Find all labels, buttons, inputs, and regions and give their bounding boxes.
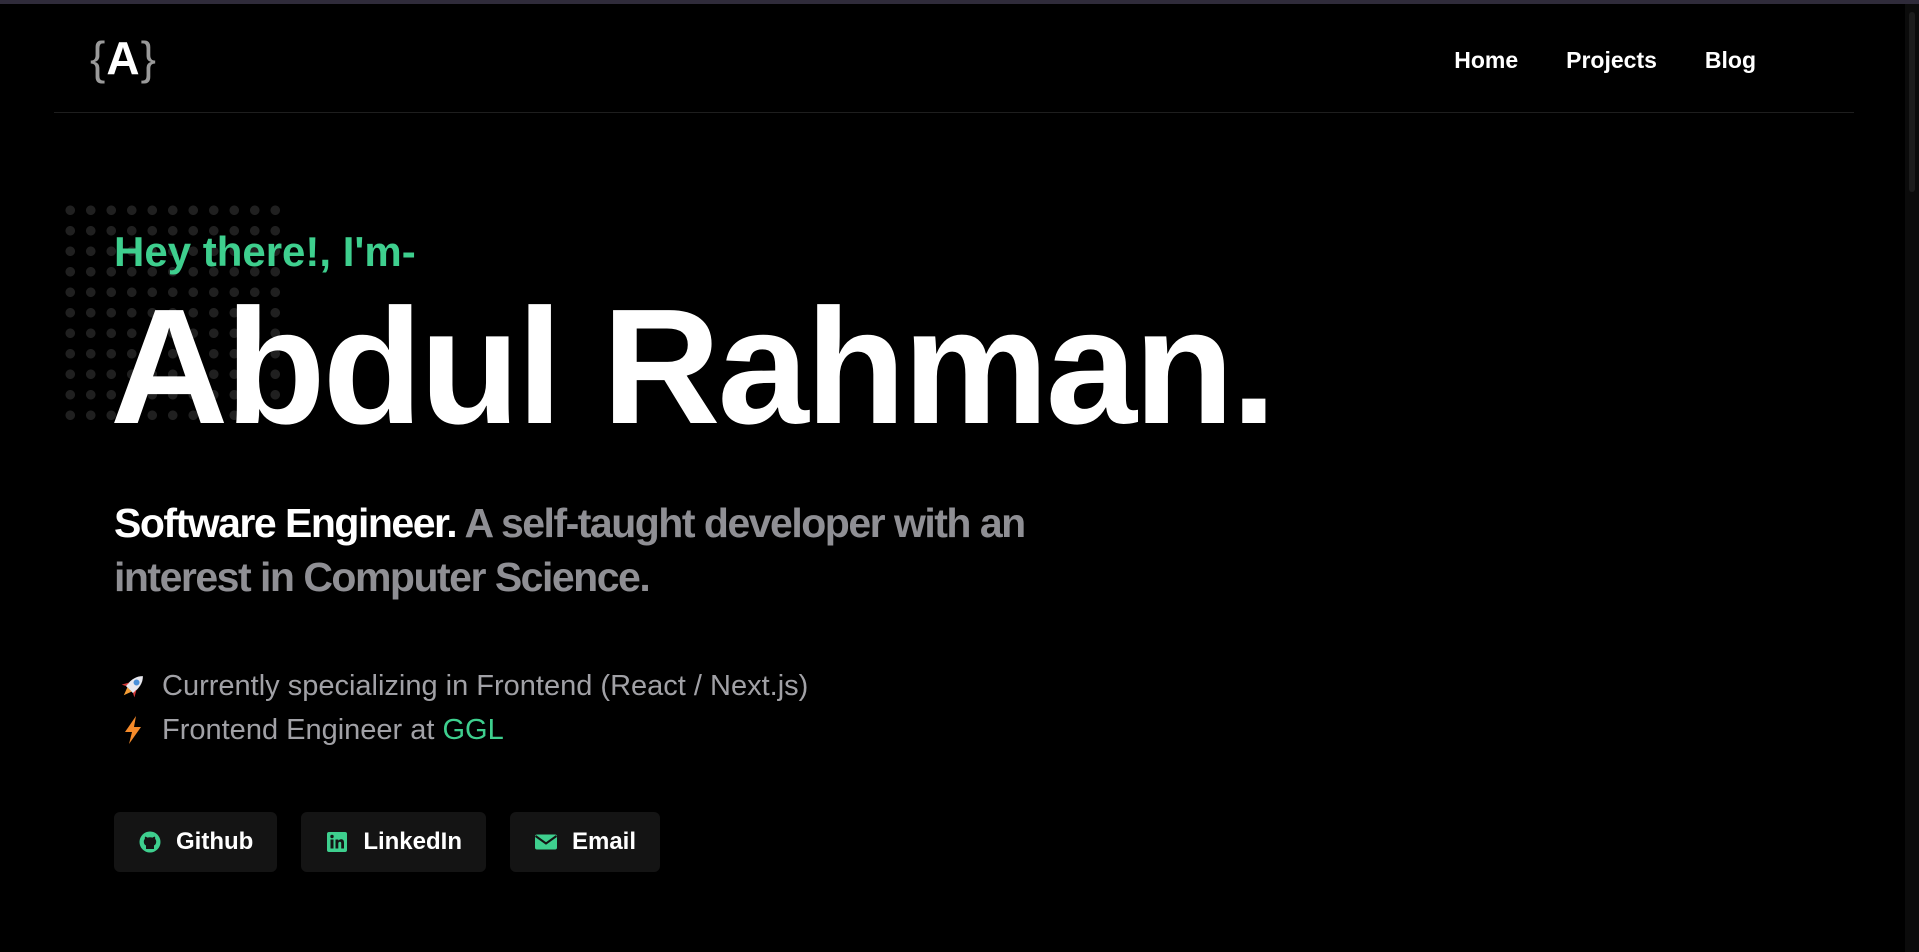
nav-home-link[interactable]: Home <box>1454 42 1518 78</box>
nav-projects-link[interactable]: Projects <box>1566 42 1657 78</box>
tagline-role: Software Engineer. <box>114 500 458 546</box>
page-scrollbar[interactable] <box>1905 4 1919 952</box>
email-icon <box>534 830 558 854</box>
scrollbar-thumb[interactable] <box>1909 12 1915 192</box>
hero-name: Abdul Rahman. <box>110 275 1277 458</box>
lightning-icon <box>116 713 150 747</box>
hero-tagline: Software Engineer. A self-taught develop… <box>114 496 1114 604</box>
site-logo[interactable]: {A} <box>90 32 157 84</box>
social-buttons: Github LinkedIn Email <box>114 812 661 872</box>
email-label: Email <box>571 828 637 855</box>
linkedin-button[interactable]: LinkedIn <box>301 812 486 872</box>
fact-text: Currently specializing in Frontend (Reac… <box>162 670 809 702</box>
github-label: Github <box>176 828 254 855</box>
company-link[interactable]: GGL <box>442 708 503 752</box>
nav-blog-link[interactable]: Blog <box>1705 42 1756 78</box>
logo-open-brace: { <box>90 32 107 84</box>
rocket-icon <box>116 669 150 703</box>
main-nav: Home Projects Blog <box>1454 42 1756 78</box>
logo-letter: A <box>106 32 141 84</box>
email-button[interactable]: Email <box>509 812 661 872</box>
fact-item: Currently specializing in Frontend (Reac… <box>116 664 808 708</box>
facts-list: Currently specializing in Frontend (Reac… <box>116 664 808 752</box>
hero-greeting: Hey there!, I'm- <box>114 228 416 275</box>
fact-item: Frontend Engineer at GGL <box>116 708 808 752</box>
github-button[interactable]: Github <box>114 812 278 872</box>
linkedin-icon <box>325 830 349 854</box>
logo-close-brace: } <box>140 32 157 84</box>
site-header: {A} Home Projects Blog <box>54 4 1854 113</box>
linkedin-label: LinkedIn <box>363 828 462 855</box>
fact-text: Frontend Engineer at <box>162 714 435 746</box>
github-icon <box>138 830 162 854</box>
